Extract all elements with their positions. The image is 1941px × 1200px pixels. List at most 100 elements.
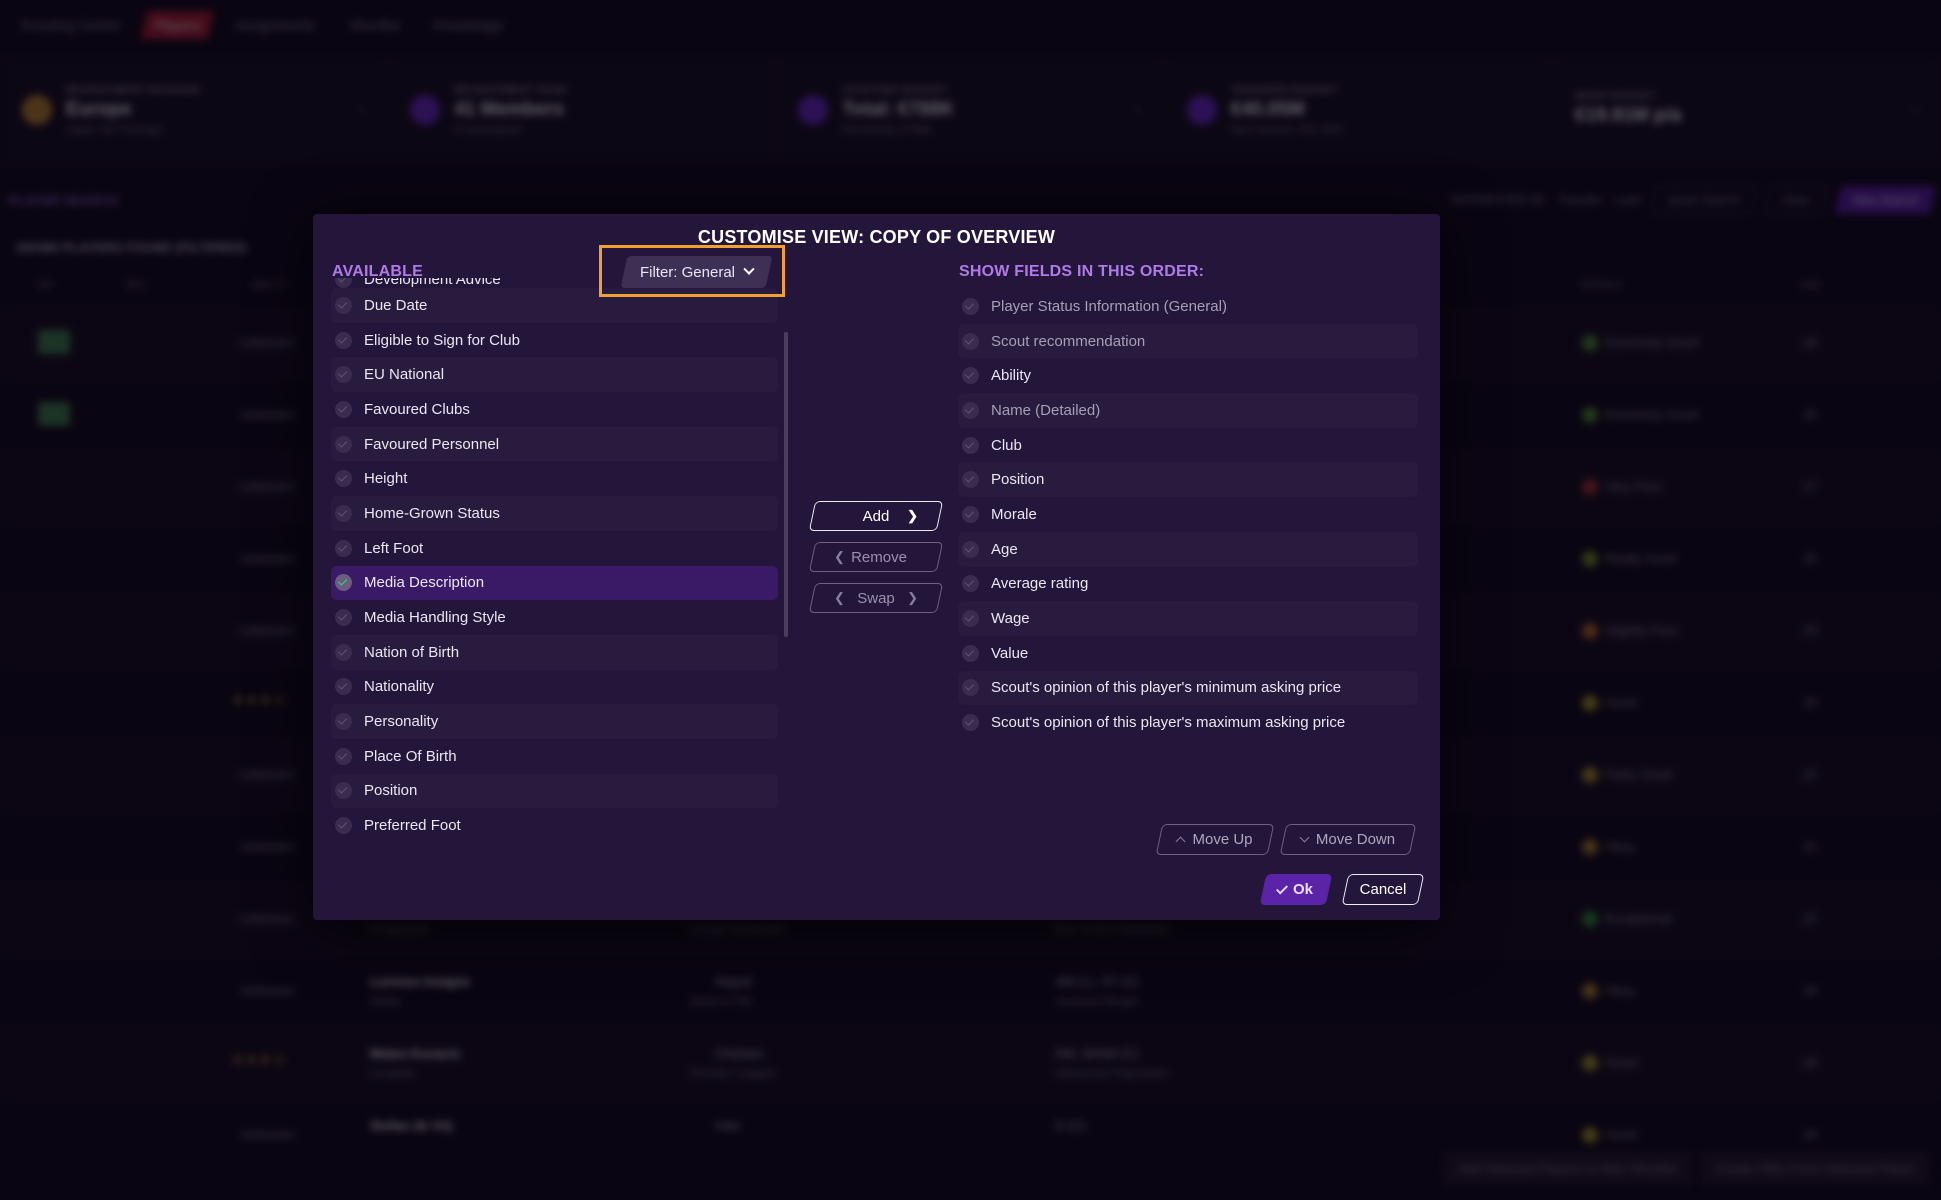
check-icon (962, 714, 979, 732)
check-icon (335, 331, 352, 349)
available-item-label: Favoured Personnel (364, 435, 500, 453)
available-item-label: Due Date (364, 296, 428, 314)
check-icon (335, 817, 352, 835)
chevron-right-icon: ❯ (907, 508, 918, 523)
shown-field-label: Scout recommendation (991, 332, 1146, 350)
check-icon (335, 747, 352, 765)
available-list-scrollbar[interactable] (784, 332, 788, 637)
check-icon (335, 470, 352, 488)
shown-field-label: Scout's opinion of this player's maximum… (991, 714, 1346, 732)
chevron-down-icon (743, 263, 755, 275)
caret-up-icon (1176, 836, 1186, 847)
move-up-label: Move Up (1192, 831, 1253, 848)
shown-field-item[interactable]: Scout's opinion of this player's minimum… (958, 671, 1418, 706)
swap-button[interactable]: ❮ Swap ❯ (808, 583, 944, 613)
check-icon (335, 713, 352, 731)
available-item[interactable]: EU National (331, 357, 778, 392)
available-item-label: Nation of Birth (364, 643, 460, 661)
available-item[interactable]: Home-Grown Status (331, 496, 778, 531)
shown-field-item[interactable]: Wage (958, 601, 1418, 636)
shown-field-item[interactable]: Scout recommendation (958, 324, 1418, 359)
available-item[interactable]: Left Foot (331, 531, 778, 566)
available-item-label: Nationality (364, 678, 435, 696)
shown-field-label: Morale (991, 505, 1037, 523)
check-icon (962, 679, 979, 697)
available-item-label: Position (364, 782, 418, 800)
shown-field-item[interactable]: Club (958, 428, 1418, 463)
shown-field-item[interactable]: Morale (958, 497, 1418, 532)
available-item[interactable]: Favoured Clubs (331, 392, 778, 427)
shown-field-label: Wage (991, 610, 1030, 628)
shown-field-label: Name (Detailed) (991, 401, 1101, 419)
shown-field-item[interactable]: Age (958, 532, 1418, 567)
shown-field-label: Scout's opinion of this player's minimum… (991, 679, 1342, 697)
available-list: Development Advice Due Date Eligible to Si… (331, 278, 778, 1074)
shown-field-item[interactable]: Player Status Information (General) (958, 289, 1418, 324)
dialog-title: CUSTOMISE VIEW: COPY OF OVERVIEW (697, 227, 1056, 247)
available-item-label: Left Foot (364, 539, 424, 557)
available-item[interactable]: Place Of Birth (331, 739, 778, 774)
shown-field-label: Club (991, 436, 1022, 454)
cancel-button[interactable]: Cancel (1341, 874, 1425, 905)
remove-label: Remove (851, 548, 907, 566)
check-icon (335, 539, 352, 557)
shown-field-label: Ability (991, 367, 1032, 385)
check-icon (335, 678, 352, 696)
available-item-label: Eligible to Sign for Club (364, 331, 520, 349)
check-icon (335, 574, 352, 592)
available-item[interactable]: Position (331, 774, 778, 809)
shown-field-label: Average rating (991, 575, 1089, 593)
shown-field-label: Value (991, 644, 1029, 662)
available-item[interactable]: Personality (331, 704, 778, 739)
shown-field-item[interactable]: Average rating (958, 567, 1418, 602)
ok-button[interactable]: Ok (1259, 874, 1333, 905)
available-item-label: Place Of Birth (364, 747, 457, 765)
available-item[interactable]: Development Advice (331, 278, 778, 288)
move-down-button[interactable]: Move Down (1279, 824, 1417, 855)
move-up-button[interactable]: Move Up (1155, 824, 1275, 855)
available-item[interactable]: Nationality (331, 670, 778, 705)
shown-field-item[interactable]: Value (958, 636, 1418, 671)
shown-field-item[interactable]: Scout's opinion of this player's maximum… (958, 705, 1418, 740)
available-item-label: Media Handling Style (364, 609, 506, 627)
check-icon (962, 644, 979, 662)
available-item[interactable]: Media Handling Style (331, 600, 778, 635)
available-item[interactable]: Media Description (331, 565, 778, 601)
available-item-label: Development Advice (364, 278, 501, 288)
check-icon (962, 610, 979, 628)
shown-fields-list: Player Status Information (General) Scout… (958, 289, 1418, 740)
caret-down-icon (1299, 832, 1310, 843)
shown-field-item[interactable]: Ability (958, 358, 1418, 393)
check-icon (335, 400, 352, 418)
check-icon (335, 435, 352, 453)
shown-field-item[interactable]: Position (958, 462, 1418, 497)
remove-button[interactable]: ❮ Remove (808, 542, 944, 572)
add-button[interactable]: Add ❯ (808, 501, 944, 531)
ok-label: Ok (1292, 881, 1313, 898)
check-icon (335, 782, 352, 800)
checkmark-icon (1275, 881, 1288, 895)
check-icon (962, 332, 979, 350)
check-icon (962, 401, 979, 419)
check-icon (962, 471, 979, 489)
check-icon (335, 504, 352, 522)
shown-field-label: Position (991, 471, 1045, 489)
available-item-label: Preferred Foot (364, 817, 461, 835)
cancel-label: Cancel (1359, 881, 1407, 898)
available-item-label: Media Description (364, 574, 485, 592)
shown-field-item[interactable]: Name (Detailed) (958, 393, 1418, 428)
available-item[interactable]: Due Date (331, 288, 778, 323)
available-item[interactable]: Preferred Foot (331, 808, 778, 843)
check-icon (335, 609, 352, 627)
available-item[interactable]: Nation of Birth (331, 635, 778, 670)
available-item[interactable]: Favoured Personnel (331, 427, 778, 462)
available-item[interactable]: Height (331, 461, 778, 496)
check-icon (962, 297, 979, 315)
check-icon (335, 278, 352, 288)
move-down-label: Move Down (1315, 831, 1396, 848)
check-icon (962, 436, 979, 454)
available-item[interactable]: Eligible to Sign for Club (331, 323, 778, 358)
available-item-label: Height (364, 470, 408, 488)
add-label: Add (862, 507, 890, 525)
swap-label: Swap (857, 589, 895, 607)
